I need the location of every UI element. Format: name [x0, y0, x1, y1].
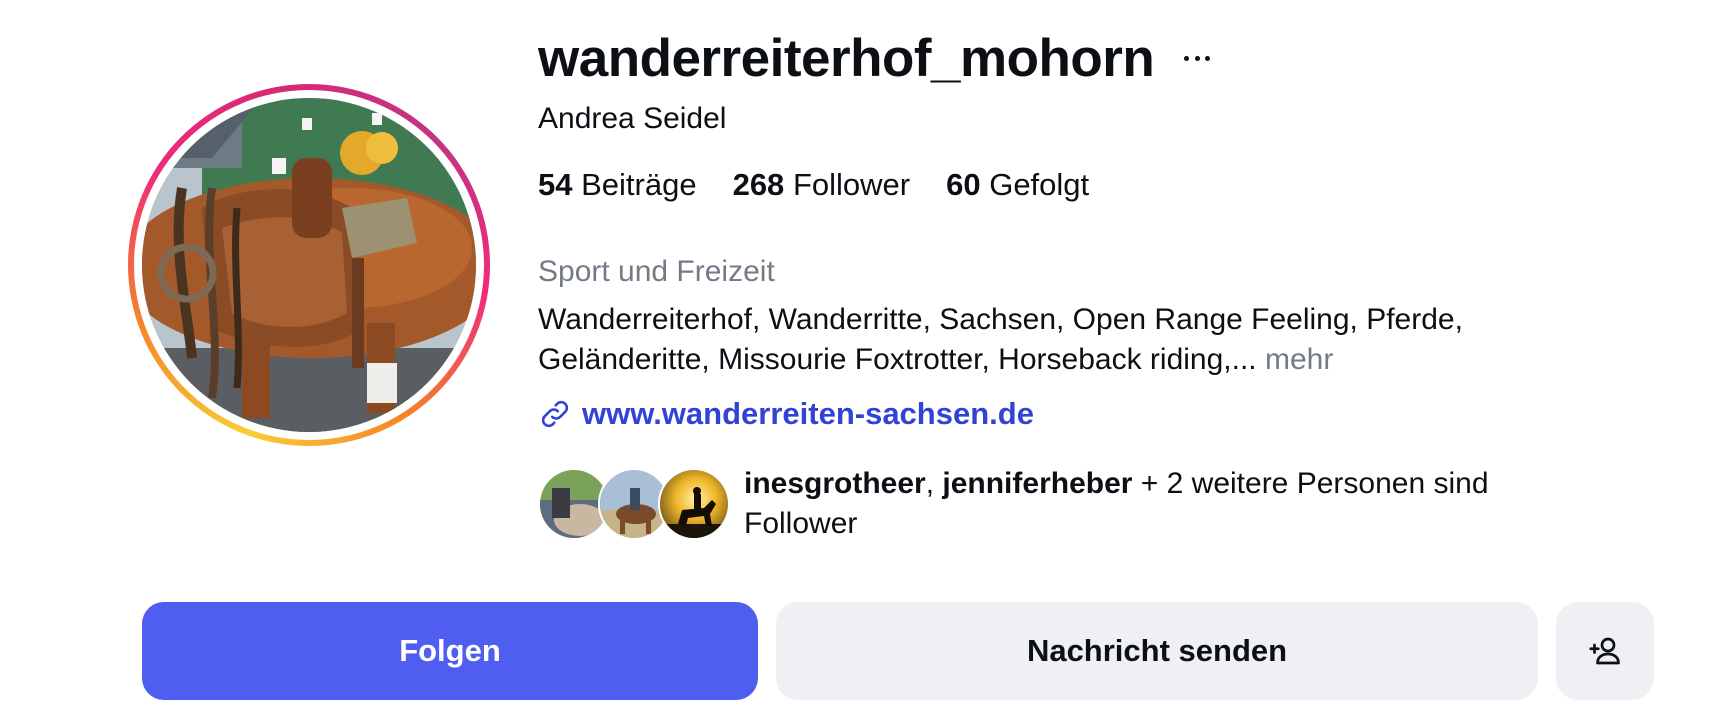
profile-photo	[142, 98, 476, 432]
suggested-accounts-button[interactable]	[1556, 602, 1654, 700]
mutual-separator: ,	[925, 467, 943, 500]
avatar	[658, 468, 730, 540]
followers-count: 268	[732, 167, 785, 202]
bio-more-link[interactable]: mehr	[1265, 343, 1333, 376]
posts-count: 54	[538, 167, 573, 202]
username-row: wanderreiterhof_mohorn	[538, 22, 1211, 94]
profile-avatar[interactable]	[128, 84, 490, 446]
bio-line-2: Geländeritte, Missourie Foxtrotter, Hors…	[538, 340, 1618, 380]
dot	[1194, 55, 1200, 61]
following-label: Gefolgt	[989, 167, 1090, 202]
message-button[interactable]: Nachricht senden	[776, 602, 1538, 700]
followers-stat[interactable]: 268 Follower	[733, 167, 911, 203]
username: wanderreiterhof_mohorn	[538, 28, 1155, 88]
posts-label: Beiträge	[581, 167, 697, 202]
mutual-suffix-line-2: Follower	[744, 507, 858, 540]
link-icon	[541, 400, 569, 428]
mutual-user-2[interactable]: jenniferheber	[942, 467, 1132, 500]
bio-line-2-text: Geländeritte, Missourie Foxtrotter, Hors…	[538, 343, 1257, 376]
dot	[1205, 55, 1211, 61]
following-stat[interactable]: 60 Gefolgt	[946, 167, 1089, 203]
website-url: www.wanderreiten-sachsen.de	[582, 396, 1034, 431]
mutual-avatars[interactable]	[538, 468, 732, 540]
dot	[1184, 55, 1190, 61]
profile-actions: Folgen Nachricht senden	[142, 602, 1654, 700]
profile-category: Sport und Freizeit	[538, 255, 775, 288]
bio-line-1: Wanderreiterhof, Wanderritte, Sachsen, O…	[538, 303, 1463, 336]
mutual-suffix: + 2 weitere Personen sind	[1132, 467, 1489, 500]
mutual-user-1[interactable]: inesgrotheer	[744, 467, 926, 500]
mutual-followers: inesgrotheer, jenniferheber + 2 weitere …	[538, 467, 1489, 544]
followers-label: Follower	[792, 167, 911, 202]
follow-button[interactable]: Folgen	[142, 602, 758, 700]
website-link[interactable]: www.wanderreiten-sachsen.de	[538, 396, 1034, 432]
more-options-icon[interactable]	[1184, 53, 1211, 63]
posts-stat[interactable]: 54 Beiträge	[538, 167, 697, 203]
profile-stats: 54 Beiträge 268 Follower 60 Gefolgt	[538, 167, 1125, 203]
add-person-icon	[1589, 637, 1620, 665]
avatar-ring-gap	[134, 90, 484, 440]
profile-bio: Wanderreiterhof, Wanderritte, Sachsen, O…	[538, 300, 1618, 380]
following-count: 60	[946, 167, 981, 202]
full-name: Andrea Seidel	[538, 102, 727, 135]
mutual-followers-text: inesgrotheer, jenniferheber + 2 weitere …	[744, 464, 1489, 544]
